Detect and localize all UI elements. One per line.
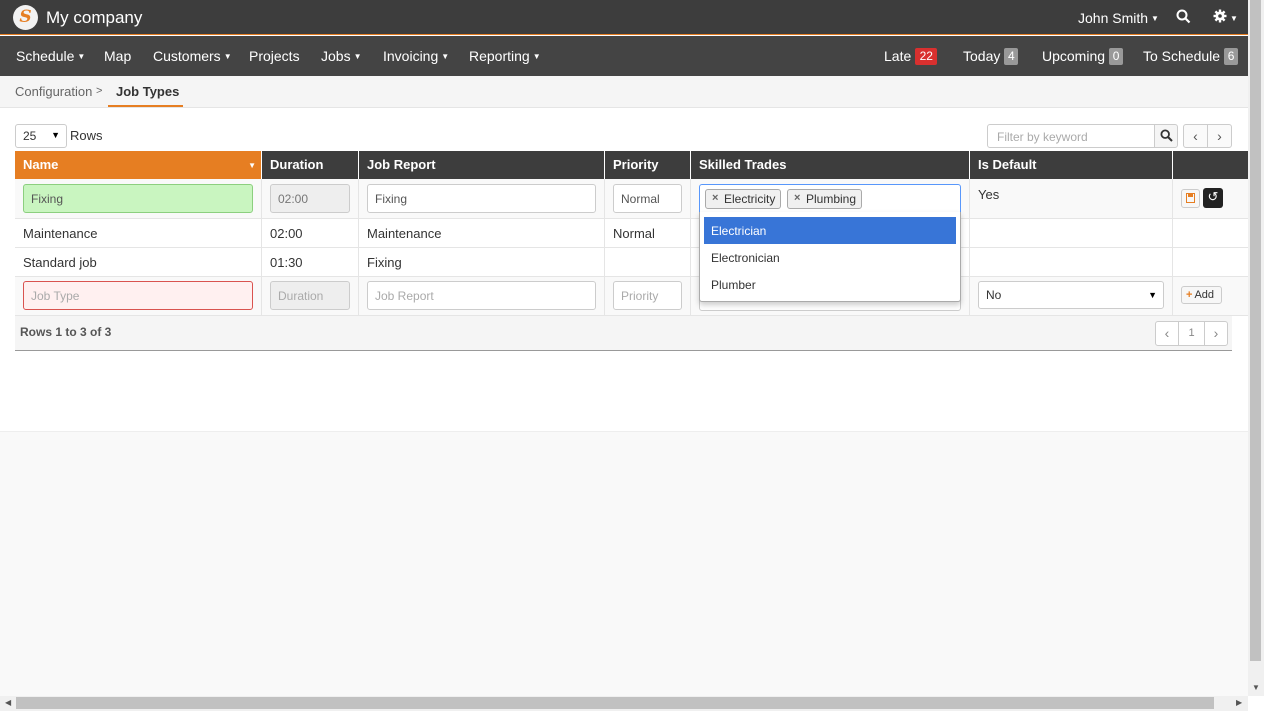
add-row-button[interactable]: + Add [1181, 286, 1222, 304]
chevron-down-icon: ▼ [1148, 290, 1157, 300]
nav-invoicing[interactable]: Invoicing ▼ [383, 48, 449, 64]
new-priority-input[interactable]: Priority [613, 281, 682, 310]
save-icon [1186, 193, 1195, 203]
chevron-down-icon: ▼ [1230, 14, 1238, 23]
rows-per-page-select[interactable]: 25 ▼ [15, 124, 67, 148]
breadcrumb-configuration[interactable]: Configuration [15, 84, 92, 99]
chevron-right-icon: > [96, 85, 103, 97]
gear-icon [1213, 9, 1227, 23]
footer-prev-page-button[interactable]: ‹ [1155, 321, 1179, 346]
remove-tag-icon[interactable]: × [712, 192, 718, 204]
new-job-report-input[interactable]: Job Report [367, 281, 596, 310]
filter-input[interactable]: Filter by keyword [987, 124, 1155, 148]
row-job-report: Fixing [367, 255, 402, 270]
nav-schedule[interactable]: Schedule ▼ [16, 48, 85, 64]
column-header-name[interactable]: Name ▼ [15, 151, 262, 179]
next-page-button[interactable]: › [1207, 124, 1232, 148]
trade-option-electrician[interactable]: Electrician [704, 217, 956, 244]
counter-late[interactable]: Late 22 [884, 48, 938, 65]
chevron-down-icon: ▼ [441, 52, 450, 61]
row-job-report: Maintenance [367, 226, 442, 241]
prev-page-button[interactable]: ‹ [1183, 124, 1208, 148]
scroll-right-icon[interactable]: ▶ [1236, 698, 1242, 707]
column-header-skilled-trades[interactable]: Skilled Trades [691, 151, 970, 179]
nav-customers[interactable]: Customers ▼ [153, 48, 232, 64]
plus-icon: + [1186, 289, 1193, 301]
footer-page-number[interactable]: 1 [1178, 321, 1205, 346]
row-name: Maintenance [23, 226, 98, 241]
sort-desc-icon: ▼ [248, 161, 256, 170]
trade-option-electronician[interactable]: Electronician [704, 244, 956, 271]
settings-menu[interactable]: ▼ [1213, 9, 1238, 26]
top-bar: S My company John Smith ▼ ▼ [0, 0, 1248, 35]
row-name: Standard job [23, 255, 97, 270]
counter-today[interactable]: Today 4 [963, 48, 1019, 65]
table-header: Name ▼ Duration Job Report Priority Skill… [15, 151, 1248, 179]
undo-row-button[interactable]: ↺ [1203, 188, 1223, 208]
search-icon[interactable] [1176, 9, 1191, 27]
row-duration: 02:00 [270, 226, 303, 241]
is-default-value: Yes [978, 187, 1000, 202]
new-duration-input[interactable]: Duration [270, 281, 350, 310]
counter-upcoming[interactable]: Upcoming 0 [1042, 48, 1124, 65]
rows-summary: Rows 1 to 3 of 3 [20, 325, 112, 339]
new-job-type-input[interactable]: Job Type [23, 281, 253, 310]
save-row-button[interactable] [1181, 189, 1200, 208]
nav-projects[interactable]: Projects [249, 48, 300, 64]
active-tab-indicator [108, 105, 183, 107]
chevron-down-icon: ▼ [532, 52, 541, 61]
scroll-left-icon[interactable]: ◀ [5, 698, 11, 707]
today-badge: 4 [1004, 48, 1019, 65]
trade-tag-plumbing[interactable]: × Plumbing [787, 189, 863, 209]
chevron-down-icon: ▼ [223, 52, 232, 61]
upcoming-badge: 0 [1109, 48, 1124, 65]
column-header-duration[interactable]: Duration [262, 151, 359, 179]
user-name: John Smith [1078, 10, 1149, 26]
column-header-actions [1173, 151, 1248, 179]
duration-input[interactable]: 02:00 [270, 184, 350, 213]
late-badge: 22 [915, 48, 938, 65]
nav-map[interactable]: Map [104, 48, 131, 64]
chevron-down-icon: ▼ [77, 52, 86, 61]
row-priority: Normal [613, 226, 655, 241]
vertical-scroll-thumb[interactable] [1250, 0, 1261, 661]
nav-reporting[interactable]: Reporting ▼ [469, 48, 541, 64]
chevron-down-icon: ▼ [1151, 14, 1159, 23]
column-header-is-default[interactable]: Is Default [970, 151, 1173, 179]
rows-label: Rows [70, 128, 103, 143]
app-logo[interactable]: S [13, 5, 38, 30]
footer-next-page-button[interactable]: › [1204, 321, 1228, 346]
search-icon [1159, 129, 1173, 142]
breadcrumb: Configuration > Job Types [0, 76, 1248, 108]
breadcrumb-job-types[interactable]: Job Types [116, 84, 179, 99]
row-duration: 01:30 [270, 255, 303, 270]
trade-option-plumber[interactable]: Plumber [704, 271, 956, 298]
nav-jobs[interactable]: Jobs ▼ [321, 48, 362, 64]
scroll-down-icon[interactable]: ▼ [1252, 683, 1260, 692]
new-is-default-select[interactable]: No ▼ [978, 281, 1164, 309]
trade-tag-electricity[interactable]: × Electricity [705, 189, 782, 209]
to-schedule-badge: 6 [1224, 48, 1239, 65]
horizontal-scroll-thumb[interactable] [16, 697, 1214, 709]
counter-to-schedule[interactable]: To Schedule 6 [1143, 48, 1239, 65]
column-header-priority[interactable]: Priority [605, 151, 691, 179]
filter-search-button[interactable] [1154, 124, 1178, 148]
table-footer: Rows 1 to 3 of 3 ‹ 1 › [15, 316, 1232, 351]
remove-tag-icon[interactable]: × [794, 192, 800, 204]
priority-input[interactable]: Normal [613, 184, 682, 213]
chevron-down-icon: ▼ [51, 130, 60, 140]
column-header-job-report[interactable]: Job Report [359, 151, 605, 179]
app-title[interactable]: My company [46, 8, 142, 28]
user-menu[interactable]: John Smith ▼ [1078, 10, 1159, 26]
skilled-trades-dropdown: Electrician Electronician Plumber [699, 212, 961, 302]
page-background [0, 432, 1248, 696]
name-input[interactable]: Fixing [23, 184, 253, 213]
main-nav: Schedule ▼ Map Customers ▼ Projects Jobs ▼ … [0, 36, 1248, 76]
table-row[interactable]: Maintenance 02:00 Maintenance Normal [15, 219, 1248, 248]
table-row[interactable]: Standard job 01:30 Fixing [15, 248, 1248, 277]
chevron-down-icon: ▼ [353, 52, 362, 61]
undo-icon: ↺ [1207, 189, 1219, 204]
job-report-input[interactable]: Fixing [367, 184, 596, 213]
